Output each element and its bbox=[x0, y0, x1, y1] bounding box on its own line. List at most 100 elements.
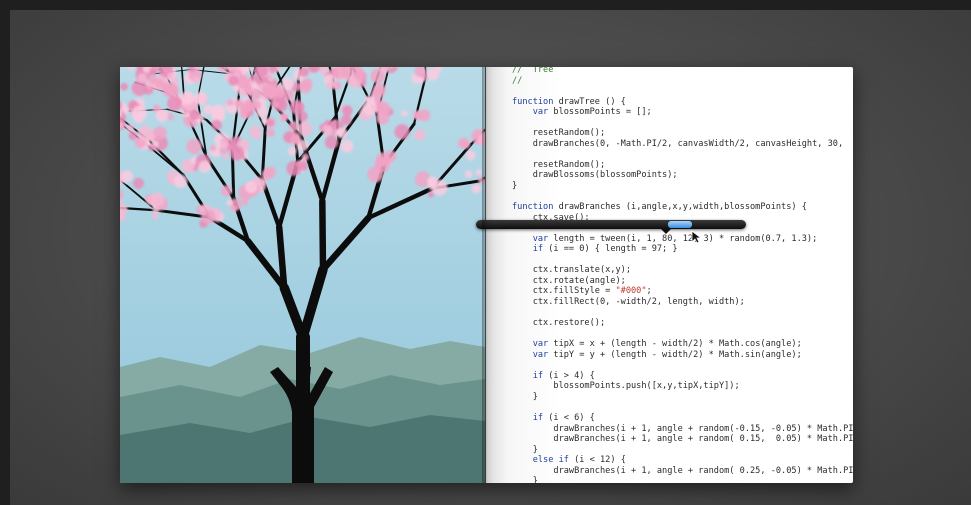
blossom bbox=[198, 160, 211, 173]
blossom bbox=[167, 95, 183, 111]
blossom bbox=[167, 113, 174, 121]
blossom bbox=[237, 76, 250, 89]
blossom bbox=[210, 104, 226, 120]
blossom bbox=[297, 121, 313, 137]
blossom bbox=[267, 75, 275, 83]
blossom bbox=[362, 100, 378, 116]
cherry-tree-illustration bbox=[120, 67, 485, 483]
blossom bbox=[261, 83, 278, 99]
code-line: } bbox=[512, 181, 518, 192]
slider-thumb[interactable] bbox=[668, 221, 692, 228]
blossom bbox=[342, 105, 353, 116]
blossom bbox=[155, 109, 169, 122]
blossom bbox=[194, 91, 208, 106]
blossom bbox=[222, 152, 229, 160]
blossom bbox=[120, 170, 133, 183]
blossom bbox=[336, 127, 348, 139]
blossom bbox=[324, 135, 339, 149]
blossom bbox=[414, 129, 426, 141]
code-listing: // Tree// function drawTree () { var blos… bbox=[512, 67, 853, 483]
code-line: // bbox=[512, 75, 523, 86]
blossom bbox=[132, 177, 144, 189]
code-line: ctx.fillRect(0, -width/2, length, width)… bbox=[512, 297, 745, 308]
code-page: // Tree// function drawTree () { var blos… bbox=[486, 67, 853, 483]
blossom bbox=[151, 212, 159, 220]
blossom bbox=[301, 153, 310, 161]
blossom bbox=[126, 124, 135, 133]
blossom bbox=[289, 99, 305, 115]
blossom bbox=[220, 141, 229, 150]
book-spine bbox=[482, 67, 494, 483]
mouse-cursor-icon bbox=[691, 230, 701, 244]
blossom bbox=[427, 191, 434, 198]
code-line: // Tree bbox=[512, 67, 554, 75]
blossom bbox=[189, 109, 200, 121]
blossom bbox=[162, 82, 178, 98]
blossom bbox=[137, 125, 154, 142]
blossom bbox=[131, 105, 148, 121]
blossom bbox=[326, 80, 336, 90]
blossom bbox=[322, 124, 333, 136]
code-line: } bbox=[512, 444, 538, 455]
code-line: function drawTree () { bbox=[512, 96, 626, 107]
blossom bbox=[340, 114, 352, 126]
code-line: ctx.restore(); bbox=[512, 318, 606, 329]
code-line: var tipY = y + (length - width/2) * Math… bbox=[532, 349, 802, 360]
blossom bbox=[377, 101, 391, 116]
blossom bbox=[148, 75, 158, 85]
code-line: if (i == 0) { length = 97; } bbox=[532, 244, 678, 255]
blossom bbox=[211, 119, 222, 131]
code-line: drawBranches(0, -Math.PI/2, canvasWidth/… bbox=[512, 138, 844, 149]
code-line: drawBranches(i + 1, angle + random( 0.15… bbox=[512, 434, 853, 445]
blossom bbox=[173, 174, 188, 189]
blossom bbox=[288, 120, 299, 132]
blossom bbox=[286, 160, 302, 176]
blossom bbox=[150, 192, 165, 207]
blossom bbox=[148, 144, 156, 152]
blossom bbox=[298, 80, 312, 94]
code-line: resetRandom(); bbox=[512, 128, 606, 139]
blossom bbox=[234, 99, 243, 108]
blossom bbox=[287, 146, 297, 156]
code-line: if (i < 6) { bbox=[532, 413, 595, 424]
blossom bbox=[290, 134, 302, 145]
blossom bbox=[417, 76, 425, 84]
blossom bbox=[418, 109, 431, 122]
code-line: } bbox=[512, 476, 538, 483]
blossom bbox=[266, 128, 275, 138]
code-line: var length = tween(i, 1, 80, 12, 3) * ra… bbox=[532, 233, 818, 244]
slider-pointer-icon bbox=[661, 229, 671, 234]
blossom bbox=[261, 169, 273, 180]
blossom bbox=[267, 119, 274, 127]
blossom bbox=[192, 76, 200, 84]
code-line: else if (i < 12) { bbox=[532, 455, 626, 466]
blossom bbox=[261, 117, 268, 125]
code-line: function drawBranches (i,angle,x,y,width… bbox=[512, 202, 807, 213]
blossom bbox=[249, 125, 262, 138]
blossom bbox=[128, 131, 138, 141]
blossom bbox=[229, 145, 245, 161]
tree-illustration-page bbox=[120, 67, 485, 483]
blossom bbox=[471, 184, 481, 194]
blossom bbox=[260, 179, 267, 186]
code-line: blossomPoints.push([x,y,tipX,tipY]); bbox=[512, 381, 740, 392]
blossom bbox=[465, 150, 476, 161]
code-line: resetRandom(); bbox=[512, 159, 606, 170]
blossom bbox=[228, 75, 239, 86]
code-line: } bbox=[512, 391, 538, 402]
number-scrubber-slider[interactable] bbox=[476, 218, 746, 234]
code-line: var blossomPoints = []; bbox=[532, 107, 652, 118]
slider-track[interactable] bbox=[476, 220, 746, 229]
blossom bbox=[120, 82, 129, 91]
blossom bbox=[427, 176, 438, 187]
code-line: drawBranches(i + 1, angle + random(-0.15… bbox=[512, 423, 853, 434]
blossom bbox=[340, 139, 354, 153]
